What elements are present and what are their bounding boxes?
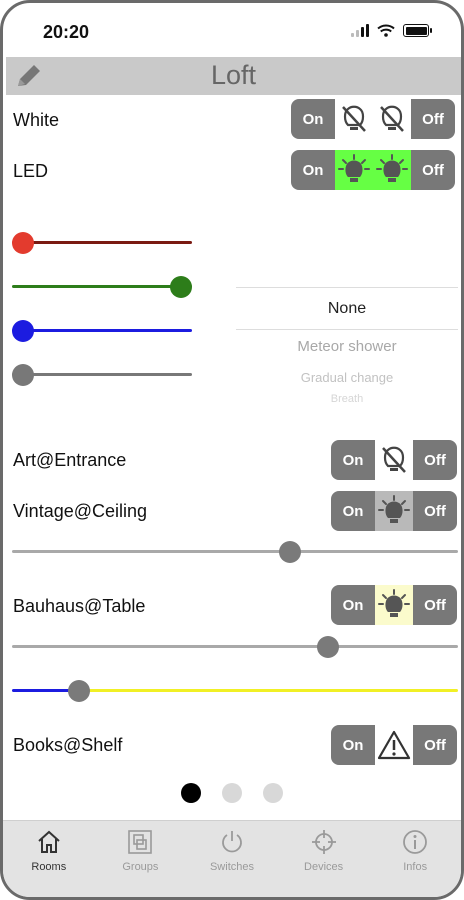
vintage-dimmer-slider[interactable]: [12, 541, 458, 563]
bauhaus-dimmer-track: [12, 645, 458, 648]
page-dot[interactable]: [263, 783, 283, 803]
bulb-on-icon: [378, 495, 410, 523]
bauhaus-dimmer-slider[interactable]: [12, 636, 458, 658]
color-temp-knob[interactable]: [68, 680, 90, 702]
tab-switches[interactable]: Switches: [186, 821, 278, 897]
white-slider-knob[interactable]: [12, 364, 34, 386]
led-bulb-2[interactable]: [373, 150, 411, 190]
phone-frame: 20:20 Loft White On Off LED On Off None …: [0, 0, 464, 900]
blue-slider-knob[interactable]: [12, 320, 34, 342]
toggle-white: On Off: [291, 99, 455, 139]
bulb-off-icon: [380, 105, 404, 132]
vintage-off-button[interactable]: Off: [413, 491, 457, 531]
row-label-art: Art@Entrance: [13, 450, 127, 470]
bulb-on-icon: [378, 589, 410, 617]
bauhaus-dimmer-knob[interactable]: [317, 636, 339, 658]
status-time: 20:20: [43, 22, 90, 42]
battery-icon: [403, 24, 432, 37]
books-on-button[interactable]: On: [331, 725, 375, 765]
books-status[interactable]: [375, 725, 413, 765]
tab-groups[interactable]: Groups: [95, 821, 187, 897]
red-slider-knob[interactable]: [12, 232, 34, 254]
toggle-art: On Off: [331, 440, 457, 480]
white-bulb-2[interactable]: [373, 99, 411, 139]
art-on-button[interactable]: On: [331, 440, 375, 480]
info-icon: [402, 829, 428, 855]
tab-label: Rooms: [31, 861, 67, 873]
picker-item[interactable]: Breath: [236, 393, 458, 403]
toggle-books: On Off: [331, 725, 457, 765]
white-slider[interactable]: [12, 364, 192, 386]
picker-divider-top: [236, 287, 458, 288]
groups-icon: [127, 829, 153, 855]
page-indicator: [3, 783, 461, 803]
tab-rooms[interactable]: Rooms: [3, 821, 95, 897]
vintage-dimmer-knob[interactable]: [279, 541, 301, 563]
tab-label: Devices: [304, 861, 344, 873]
red-slider[interactable]: [12, 232, 192, 254]
wifi-icon: [377, 24, 395, 37]
tab-devices[interactable]: Devices: [278, 821, 370, 897]
tab-bar: Rooms Groups Switches Devices Infos: [3, 820, 461, 897]
books-off-button[interactable]: Off: [413, 725, 457, 765]
white-on-button[interactable]: On: [291, 99, 335, 139]
white-bulb-1[interactable]: [335, 99, 373, 139]
picker-item[interactable]: Meteor shower: [236, 338, 458, 355]
bulb-on-icon: [376, 154, 408, 182]
bulb-off-icon: [382, 446, 406, 473]
power-icon: [219, 829, 245, 855]
tab-label: Switches: [209, 861, 254, 873]
vintage-bulb[interactable]: [375, 491, 413, 531]
page-title: Loft: [210, 60, 257, 90]
picker-item[interactable]: Gradual change: [236, 370, 458, 385]
bulb-on-icon: [338, 154, 370, 182]
bauhaus-off-button[interactable]: Off: [413, 585, 457, 625]
toggle-vintage: On Off: [331, 491, 457, 531]
room-header: Loft: [6, 57, 461, 95]
red-slider-track: [12, 241, 192, 244]
picker-divider-bottom: [236, 329, 458, 330]
toggle-led: On Off: [291, 150, 455, 190]
tab-label: Infos: [403, 861, 428, 873]
row-label-led: LED: [13, 161, 49, 181]
green-slider[interactable]: [12, 276, 192, 298]
green-slider-knob[interactable]: [170, 276, 192, 298]
white-off-button[interactable]: Off: [411, 99, 455, 139]
status-bar: 20:20: [3, 3, 461, 57]
led-off-button[interactable]: Off: [411, 150, 455, 190]
white-slider-track: [12, 373, 192, 376]
color-temp-track-rest: [78, 689, 458, 692]
bauhaus-on-button[interactable]: On: [331, 585, 375, 625]
blue-slider[interactable]: [12, 320, 192, 342]
toggle-bauhaus: On Off: [331, 585, 457, 625]
art-off-button[interactable]: Off: [413, 440, 457, 480]
picker-selected-item[interactable]: None: [236, 300, 458, 318]
effect-picker[interactable]: None Meteor shower Gradual change Breath: [236, 287, 458, 403]
vintage-dimmer-track: [12, 550, 458, 553]
led-bulb-1[interactable]: [335, 150, 373, 190]
page-dot-active[interactable]: [181, 783, 201, 803]
blue-slider-track: [12, 329, 192, 332]
tab-infos[interactable]: Infos: [369, 821, 461, 897]
vintage-on-button[interactable]: On: [331, 491, 375, 531]
bauhaus-bulb[interactable]: [375, 585, 413, 625]
tab-label: Groups: [122, 861, 159, 873]
row-label-white: White: [13, 110, 60, 130]
crosshair-icon: [311, 829, 337, 855]
row-label-books: Books@Shelf: [13, 735, 123, 755]
home-icon: [36, 829, 62, 855]
bulb-off-icon: [342, 105, 366, 132]
led-on-button[interactable]: On: [291, 150, 335, 190]
signal-icon: [351, 24, 369, 37]
green-slider-track: [12, 285, 192, 288]
row-label-vintage: Vintage@Ceiling: [13, 501, 148, 521]
bauhaus-color-temp-slider[interactable]: [12, 680, 458, 702]
art-bulb[interactable]: [375, 440, 413, 480]
row-label-bauhaus: Bauhaus@Table: [13, 596, 146, 616]
warning-icon: [377, 730, 411, 760]
status-icons: [351, 24, 432, 37]
page-dot[interactable]: [222, 783, 242, 803]
